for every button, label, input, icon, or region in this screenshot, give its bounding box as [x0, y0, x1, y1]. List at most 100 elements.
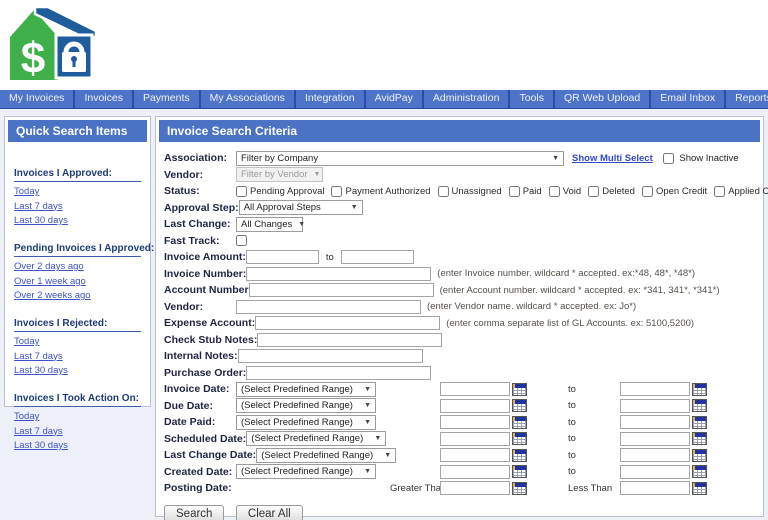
expense-account-hint: (enter comma separate list of GL Account… — [446, 317, 695, 329]
calendar-icon[interactable] — [692, 415, 707, 429]
nav-tab-integration[interactable]: Integration — [296, 90, 366, 108]
scheduled-date-range-select[interactable]: (Select Predefined Range) ▼ — [246, 431, 387, 447]
last-change-selected-value: All Changes — [241, 218, 293, 230]
search-button[interactable]: Search — [164, 504, 225, 520]
link-approved-last-30-days[interactable]: Last 30 days — [14, 215, 141, 226]
due-date-to-input[interactable] — [620, 398, 690, 413]
calendar-icon[interactable] — [512, 415, 527, 429]
range-selected-value: (Select Predefined Range) — [261, 449, 374, 461]
invoice-amount-to-input[interactable] — [340, 250, 414, 265]
nav-tab-invoices[interactable]: Invoices — [75, 90, 134, 108]
date-paid-from-input[interactable] — [440, 415, 510, 430]
nav-tab-administration[interactable]: Administration — [424, 90, 511, 108]
nav-tab-my-associations[interactable]: My Associations — [201, 90, 296, 108]
link-action-last-7-days[interactable]: Last 7 days — [14, 426, 141, 437]
vendor-filter-select[interactable]: Filter by Vendor ▼ — [236, 167, 323, 183]
created-date-to-input[interactable] — [620, 464, 690, 479]
nav-tab-payments[interactable]: Payments — [134, 90, 201, 108]
due-date-range-select[interactable]: (Select Predefined Range) ▼ — [236, 398, 376, 414]
check-stub-notes-input[interactable] — [257, 332, 443, 347]
link-action-last-30-days[interactable]: Last 30 days — [14, 440, 141, 451]
status-applied-credit-checkbox[interactable] — [714, 185, 726, 197]
link-pending-over-1-week[interactable]: Over 1 week ago — [14, 276, 141, 287]
invoice-date-to-input[interactable] — [620, 382, 690, 397]
nav-tab-my-invoices[interactable]: My Invoices — [0, 90, 76, 108]
clear-all-button[interactable]: Clear All — [235, 504, 303, 520]
approval-step-select[interactable]: All Approval Steps ▼ — [238, 200, 363, 216]
nav-tab-qr-web-upload[interactable]: QR Web Upload — [555, 90, 652, 108]
link-action-today[interactable]: Today — [14, 411, 141, 422]
status-option-label: Paid — [522, 185, 542, 197]
calendar-icon[interactable] — [692, 432, 707, 446]
show-inactive-checkbox[interactable] — [662, 152, 674, 164]
link-approved-today[interactable]: Today — [14, 186, 141, 197]
main-navigation: My Invoices Invoices Payments My Associa… — [0, 90, 768, 109]
status-paid-checkbox[interactable] — [508, 185, 520, 197]
calendar-icon[interactable] — [692, 465, 707, 479]
link-pending-over-2-days[interactable]: Over 2 days ago — [14, 261, 141, 272]
expense-account-input[interactable] — [255, 316, 441, 331]
status-open-credit-checkbox[interactable] — [641, 185, 653, 197]
last-change-date-to-input[interactable] — [620, 448, 690, 463]
posting-date-greater-input[interactable] — [440, 481, 510, 496]
last-change-date-from-input[interactable] — [440, 448, 510, 463]
link-rejected-last-7-days[interactable]: Last 7 days — [14, 351, 141, 362]
status-deleted-checkbox[interactable] — [588, 185, 600, 197]
nav-tab-avidpay[interactable]: AvidPay — [366, 90, 424, 108]
calendar-icon[interactable] — [692, 382, 707, 396]
link-rejected-last-30-days[interactable]: Last 30 days — [14, 365, 141, 376]
calendar-icon[interactable] — [512, 432, 527, 446]
created-date-label: Created Date: — [164, 465, 233, 478]
last-change-select[interactable]: All Changes ▼ — [236, 216, 306, 232]
purchase-order-input[interactable] — [246, 365, 432, 380]
posting-date-label: Posting Date: — [164, 482, 232, 495]
status-option-label: Applied Credit — [728, 185, 768, 197]
posting-date-less-input[interactable] — [620, 481, 690, 496]
date-paid-to-input[interactable] — [620, 415, 690, 430]
invoice-date-from-input[interactable] — [440, 382, 510, 397]
link-approved-last-7-days[interactable]: Last 7 days — [14, 201, 141, 212]
calendar-icon[interactable] — [512, 448, 527, 462]
calendar-icon[interactable] — [692, 481, 707, 495]
created-date-from-input[interactable] — [440, 464, 510, 479]
due-date-from-input[interactable] — [440, 398, 510, 413]
status-payment-authorized-checkbox[interactable] — [331, 185, 343, 197]
status-pending-approval-checkbox[interactable] — [236, 185, 247, 197]
created-date-range-select[interactable]: (Select Predefined Range) ▼ — [236, 464, 376, 480]
dropdown-arrow-icon: ▼ — [384, 451, 392, 459]
nav-tab-reports[interactable]: Reports — [726, 90, 768, 108]
account-number-input[interactable] — [248, 283, 434, 298]
scheduled-date-from-input[interactable] — [440, 431, 510, 446]
expense-account-label: Expense Account: — [164, 317, 256, 330]
calendar-icon[interactable] — [692, 448, 707, 462]
nav-tab-email-inbox[interactable]: Email Inbox — [651, 90, 727, 108]
calendar-icon[interactable] — [512, 399, 527, 413]
to-label: to — [568, 383, 576, 395]
calendar-icon[interactable] — [512, 465, 527, 479]
quick-search-title: Quick Search Items — [8, 120, 147, 142]
status-unassigned-checkbox[interactable] — [437, 185, 449, 197]
calendar-icon[interactable] — [512, 382, 527, 396]
invoice-amount-from-input[interactable] — [245, 250, 319, 265]
scheduled-date-to-input[interactable] — [620, 431, 690, 446]
dropdown-arrow-icon: ▼ — [298, 220, 306, 228]
show-multi-select-link[interactable]: Show Multi Select — [572, 153, 653, 164]
nav-tab-tools[interactable]: Tools — [510, 90, 555, 108]
greater-than-label: Greater Than — [390, 482, 447, 494]
invoice-date-range-select[interactable]: (Select Predefined Range) ▼ — [236, 381, 376, 397]
internal-notes-input[interactable] — [237, 349, 423, 364]
fast-track-checkbox[interactable] — [236, 235, 247, 247]
invoice-number-input[interactable] — [246, 266, 432, 281]
vendor-name-input[interactable] — [236, 299, 421, 314]
calendar-icon[interactable] — [692, 399, 707, 413]
date-paid-label: Date Paid: — [164, 416, 216, 429]
date-paid-range-select[interactable]: (Select Predefined Range) ▼ — [236, 414, 376, 430]
dropdown-arrow-icon: ▼ — [313, 171, 321, 179]
link-rejected-today[interactable]: Today — [14, 336, 141, 347]
due-date-label: Due Date: — [164, 399, 214, 412]
link-pending-over-2-weeks[interactable]: Over 2 weeks ago — [14, 290, 141, 301]
last-change-date-range-select[interactable]: (Select Predefined Range) ▼ — [256, 447, 397, 463]
association-select[interactable]: Filter by Company ▼ — [236, 150, 564, 166]
status-void-checkbox[interactable] — [548, 185, 560, 197]
calendar-icon[interactable] — [512, 481, 527, 495]
